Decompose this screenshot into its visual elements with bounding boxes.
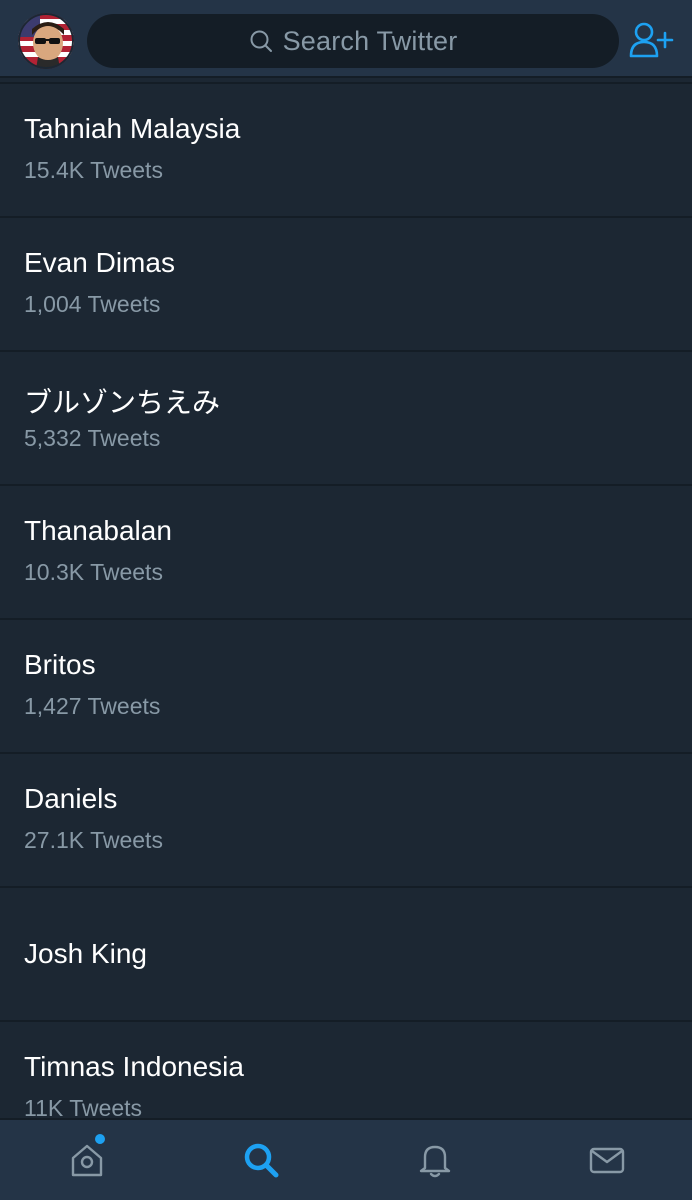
trend-name: Britos [24, 649, 96, 680]
trend-tweet-count: 5,332 Tweets [24, 425, 161, 451]
search-input[interactable]: Search Twitter [87, 14, 619, 68]
trend-tweet-count: 27.1K Tweets [24, 827, 163, 853]
twitter-explore-screen: Search Twitter Tahniah Malaysia 15.4K Tw… [0, 0, 692, 1200]
trend-tweet-count: 1,427 Tweets [24, 693, 161, 719]
trend-name: Evan Dimas [24, 247, 175, 278]
trend-item[interactable]: Tahniah Malaysia 15.4K Tweets [0, 84, 692, 218]
trend-tweet-count: 15.4K Tweets [24, 157, 163, 183]
trend-item[interactable]: Britos 1,427 Tweets [0, 620, 692, 754]
trend-tweet-count: 1,004 Tweets [24, 291, 161, 317]
trend-item[interactable]: Thanabalan 10.3K Tweets [0, 486, 692, 620]
add-user-button[interactable] [628, 20, 674, 60]
search-placeholder: Search Twitter [282, 25, 458, 56]
trends-list: Tahniah Malaysia 15.4K Tweets Evan Dimas… [0, 84, 692, 1156]
trend-name: Tahniah Malaysia [24, 113, 241, 144]
trend-item[interactable]: Josh King [0, 888, 692, 1022]
bottom-tab-bar [0, 1118, 692, 1200]
trend-name: Timnas Indonesia [24, 1051, 244, 1082]
trend-tweet-count: 10.3K Tweets [24, 559, 163, 585]
tab-messages[interactable] [587, 1140, 627, 1180]
add-user-icon [629, 22, 674, 58]
trend-name: Daniels [24, 783, 118, 814]
home-notification-dot [95, 1134, 105, 1144]
mail-icon [589, 1147, 625, 1174]
trend-name: ブルゾンちえみ [24, 386, 221, 419]
trend-item[interactable]: Evan Dimas 1,004 Tweets [0, 218, 692, 352]
tab-home[interactable] [67, 1140, 107, 1180]
top-header: Search Twitter [0, 0, 692, 78]
search-icon [244, 1143, 279, 1178]
tab-search[interactable] [241, 1140, 281, 1180]
trend-item[interactable]: ブルゾンちえみ 5,332 Tweets [0, 352, 692, 486]
trend-name: Thanabalan [24, 515, 172, 546]
search-icon [249, 29, 273, 53]
tab-notifications[interactable] [415, 1140, 455, 1180]
bell-icon [419, 1145, 451, 1178]
trend-item[interactable]: Daniels 27.1K Tweets [0, 754, 692, 888]
avatar-image [18, 13, 74, 69]
trend-name: Josh King [24, 938, 147, 969]
avatar[interactable] [18, 13, 74, 69]
home-icon [71, 1144, 103, 1177]
